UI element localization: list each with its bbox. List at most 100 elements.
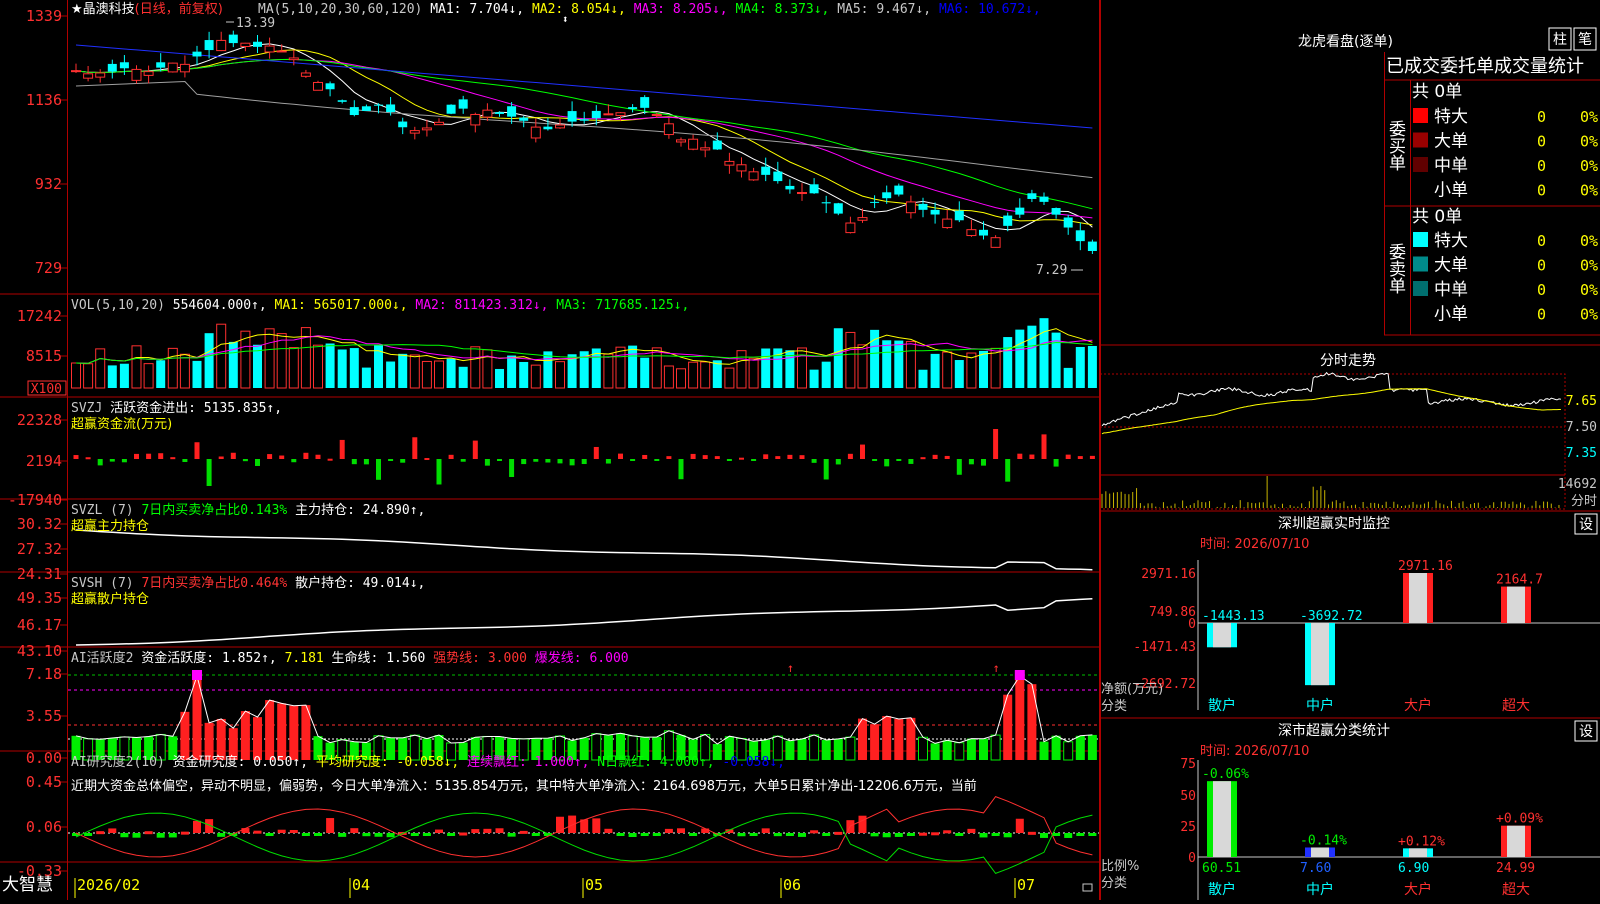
volume-bar-up xyxy=(724,367,735,389)
volume-bar-up xyxy=(797,347,807,389)
candle-body-down xyxy=(821,202,831,204)
research-bar xyxy=(931,832,940,836)
research-bar xyxy=(507,833,516,837)
fund-inflow-bar xyxy=(279,455,285,459)
fund-outflow-bar xyxy=(242,459,248,462)
ma-line-4 xyxy=(75,58,1093,210)
date-label: 05 xyxy=(585,876,603,894)
buy-row-pct: 0% xyxy=(1580,108,1598,126)
volume-bar-up xyxy=(651,347,662,389)
research-bar xyxy=(132,833,141,838)
research-bar xyxy=(761,828,770,833)
fund-inflow-bar xyxy=(787,454,793,459)
sz-stats-ratio-value: 6.90 xyxy=(1398,861,1429,876)
legend-item: MA(5,10,20,30,60,120) xyxy=(258,2,422,17)
sz-monitor-time: 时间: 2026/07/10 xyxy=(1200,537,1309,552)
buy-row-label: 特大 xyxy=(1434,107,1468,127)
volume-bar-up xyxy=(421,360,432,389)
ma-line-1 xyxy=(75,43,1093,231)
research-bar xyxy=(894,833,903,837)
fund-outflow-bar xyxy=(109,459,115,462)
fund-outflow-bar xyxy=(291,459,297,463)
intraday-price-label: 7.35 xyxy=(1566,446,1597,461)
chart-area[interactable]: ↑ ↑ 1339 1136 932 729 17242 8515 X100 223… xyxy=(0,0,1100,900)
volume-bar-down xyxy=(1063,367,1073,388)
fund-outflow-bar xyxy=(630,459,636,461)
research-bar xyxy=(1088,833,1097,836)
candle-body-up xyxy=(276,50,287,53)
legend-item: SVZJ xyxy=(71,401,102,416)
research-bar xyxy=(640,833,649,836)
volume-bar-up xyxy=(167,347,178,389)
volume-bar-up xyxy=(676,368,686,389)
volume-bar-up xyxy=(71,362,81,389)
volume-bar-down xyxy=(833,328,843,388)
sz-stats-cat-label: 分类 xyxy=(1101,876,1127,891)
candle-body-up xyxy=(736,164,747,172)
fund-inflow-bar xyxy=(472,440,478,459)
sz-monitor-category: 大户 xyxy=(1404,697,1432,714)
candle-body-down xyxy=(870,201,880,203)
legend-item: MA4: 8.373↓, xyxy=(728,2,830,17)
sz-stats-pct-label: +0.12% xyxy=(1398,834,1445,849)
candle-body-up xyxy=(555,124,565,129)
k-line-chart[interactable]: ↑ ↑ 1339 1136 932 729 17242 8515 X100 223… xyxy=(0,0,1100,900)
lock-icon[interactable] xyxy=(1082,883,1093,892)
activity-bar-hollow xyxy=(990,734,1001,761)
legend-item: 连续飘红: 1.000↑, xyxy=(459,754,589,770)
sz-monitor-category: 超大 xyxy=(1502,698,1530,714)
legend-item: 爆发线: 6.000 xyxy=(527,650,629,666)
svzl-axis-label: 24.31 xyxy=(17,565,62,583)
fund-inflow-bar xyxy=(847,453,853,459)
sell-row-count: 0 xyxy=(1537,306,1546,324)
research-bar xyxy=(1015,818,1024,833)
fund-outflow-bar xyxy=(872,459,878,461)
activity-bar xyxy=(906,717,916,760)
fund-inflow-bar xyxy=(194,442,200,459)
candle-body-down xyxy=(1075,230,1085,242)
volume-bar-up xyxy=(700,361,711,389)
sz-stats-pct-label: -0.06% xyxy=(1202,767,1249,782)
candle-body-down xyxy=(591,110,601,119)
research-bar xyxy=(616,833,625,836)
volume-bar-down xyxy=(894,340,904,388)
sz-stats-time: 时间: 2026/07/10 xyxy=(1200,744,1309,759)
candle-body-up xyxy=(663,123,674,136)
fund-outflow-bar xyxy=(968,459,974,465)
volume-bar-down xyxy=(809,369,819,388)
volume-bar-down xyxy=(337,349,347,388)
volume-bar-down xyxy=(882,340,892,388)
research-bar xyxy=(350,828,359,833)
activity-bar xyxy=(240,711,250,760)
candle-body-down xyxy=(337,100,347,102)
date-label: 07 xyxy=(1017,876,1035,894)
fund-outflow-bar xyxy=(956,459,962,475)
research-bar xyxy=(483,828,492,833)
sell-row-count: 0 xyxy=(1537,281,1546,299)
sz-monitor-bar-core xyxy=(1311,623,1329,686)
sz-monitor-title: 深圳超赢实时监控 xyxy=(1278,515,1390,532)
research-bar xyxy=(1040,833,1048,838)
fund-outflow-bar xyxy=(823,459,829,480)
candle-body-up xyxy=(409,130,420,134)
svzj-axis-label: 22328 xyxy=(17,411,62,429)
fund-inflow-bar xyxy=(303,452,309,459)
sz-monitor-value-label: 2164.7 xyxy=(1496,573,1543,588)
research-bar xyxy=(834,831,843,835)
ai2-axis-label: 0.45 xyxy=(26,773,62,791)
svsh-subtitle: 超赢散户持仓 xyxy=(71,591,149,607)
research-bar xyxy=(471,829,480,833)
fund-inflow-bar xyxy=(932,454,938,459)
fund-inflow-bar xyxy=(170,457,176,460)
activity-bar xyxy=(1075,735,1085,760)
candle-body-down xyxy=(567,111,577,122)
activity-bar xyxy=(882,716,892,760)
sz-monitor-axis-label: 0 xyxy=(1188,617,1196,632)
volume-bar-up xyxy=(615,346,626,389)
sz-stats-category: 散户 xyxy=(1208,881,1236,898)
research-bar xyxy=(677,828,685,833)
intraday-vol-label: 14692 xyxy=(1558,477,1597,492)
research-bar xyxy=(410,833,419,836)
brand-label: 大智慧 xyxy=(2,875,53,895)
sell-swatch-2 xyxy=(1413,256,1428,272)
